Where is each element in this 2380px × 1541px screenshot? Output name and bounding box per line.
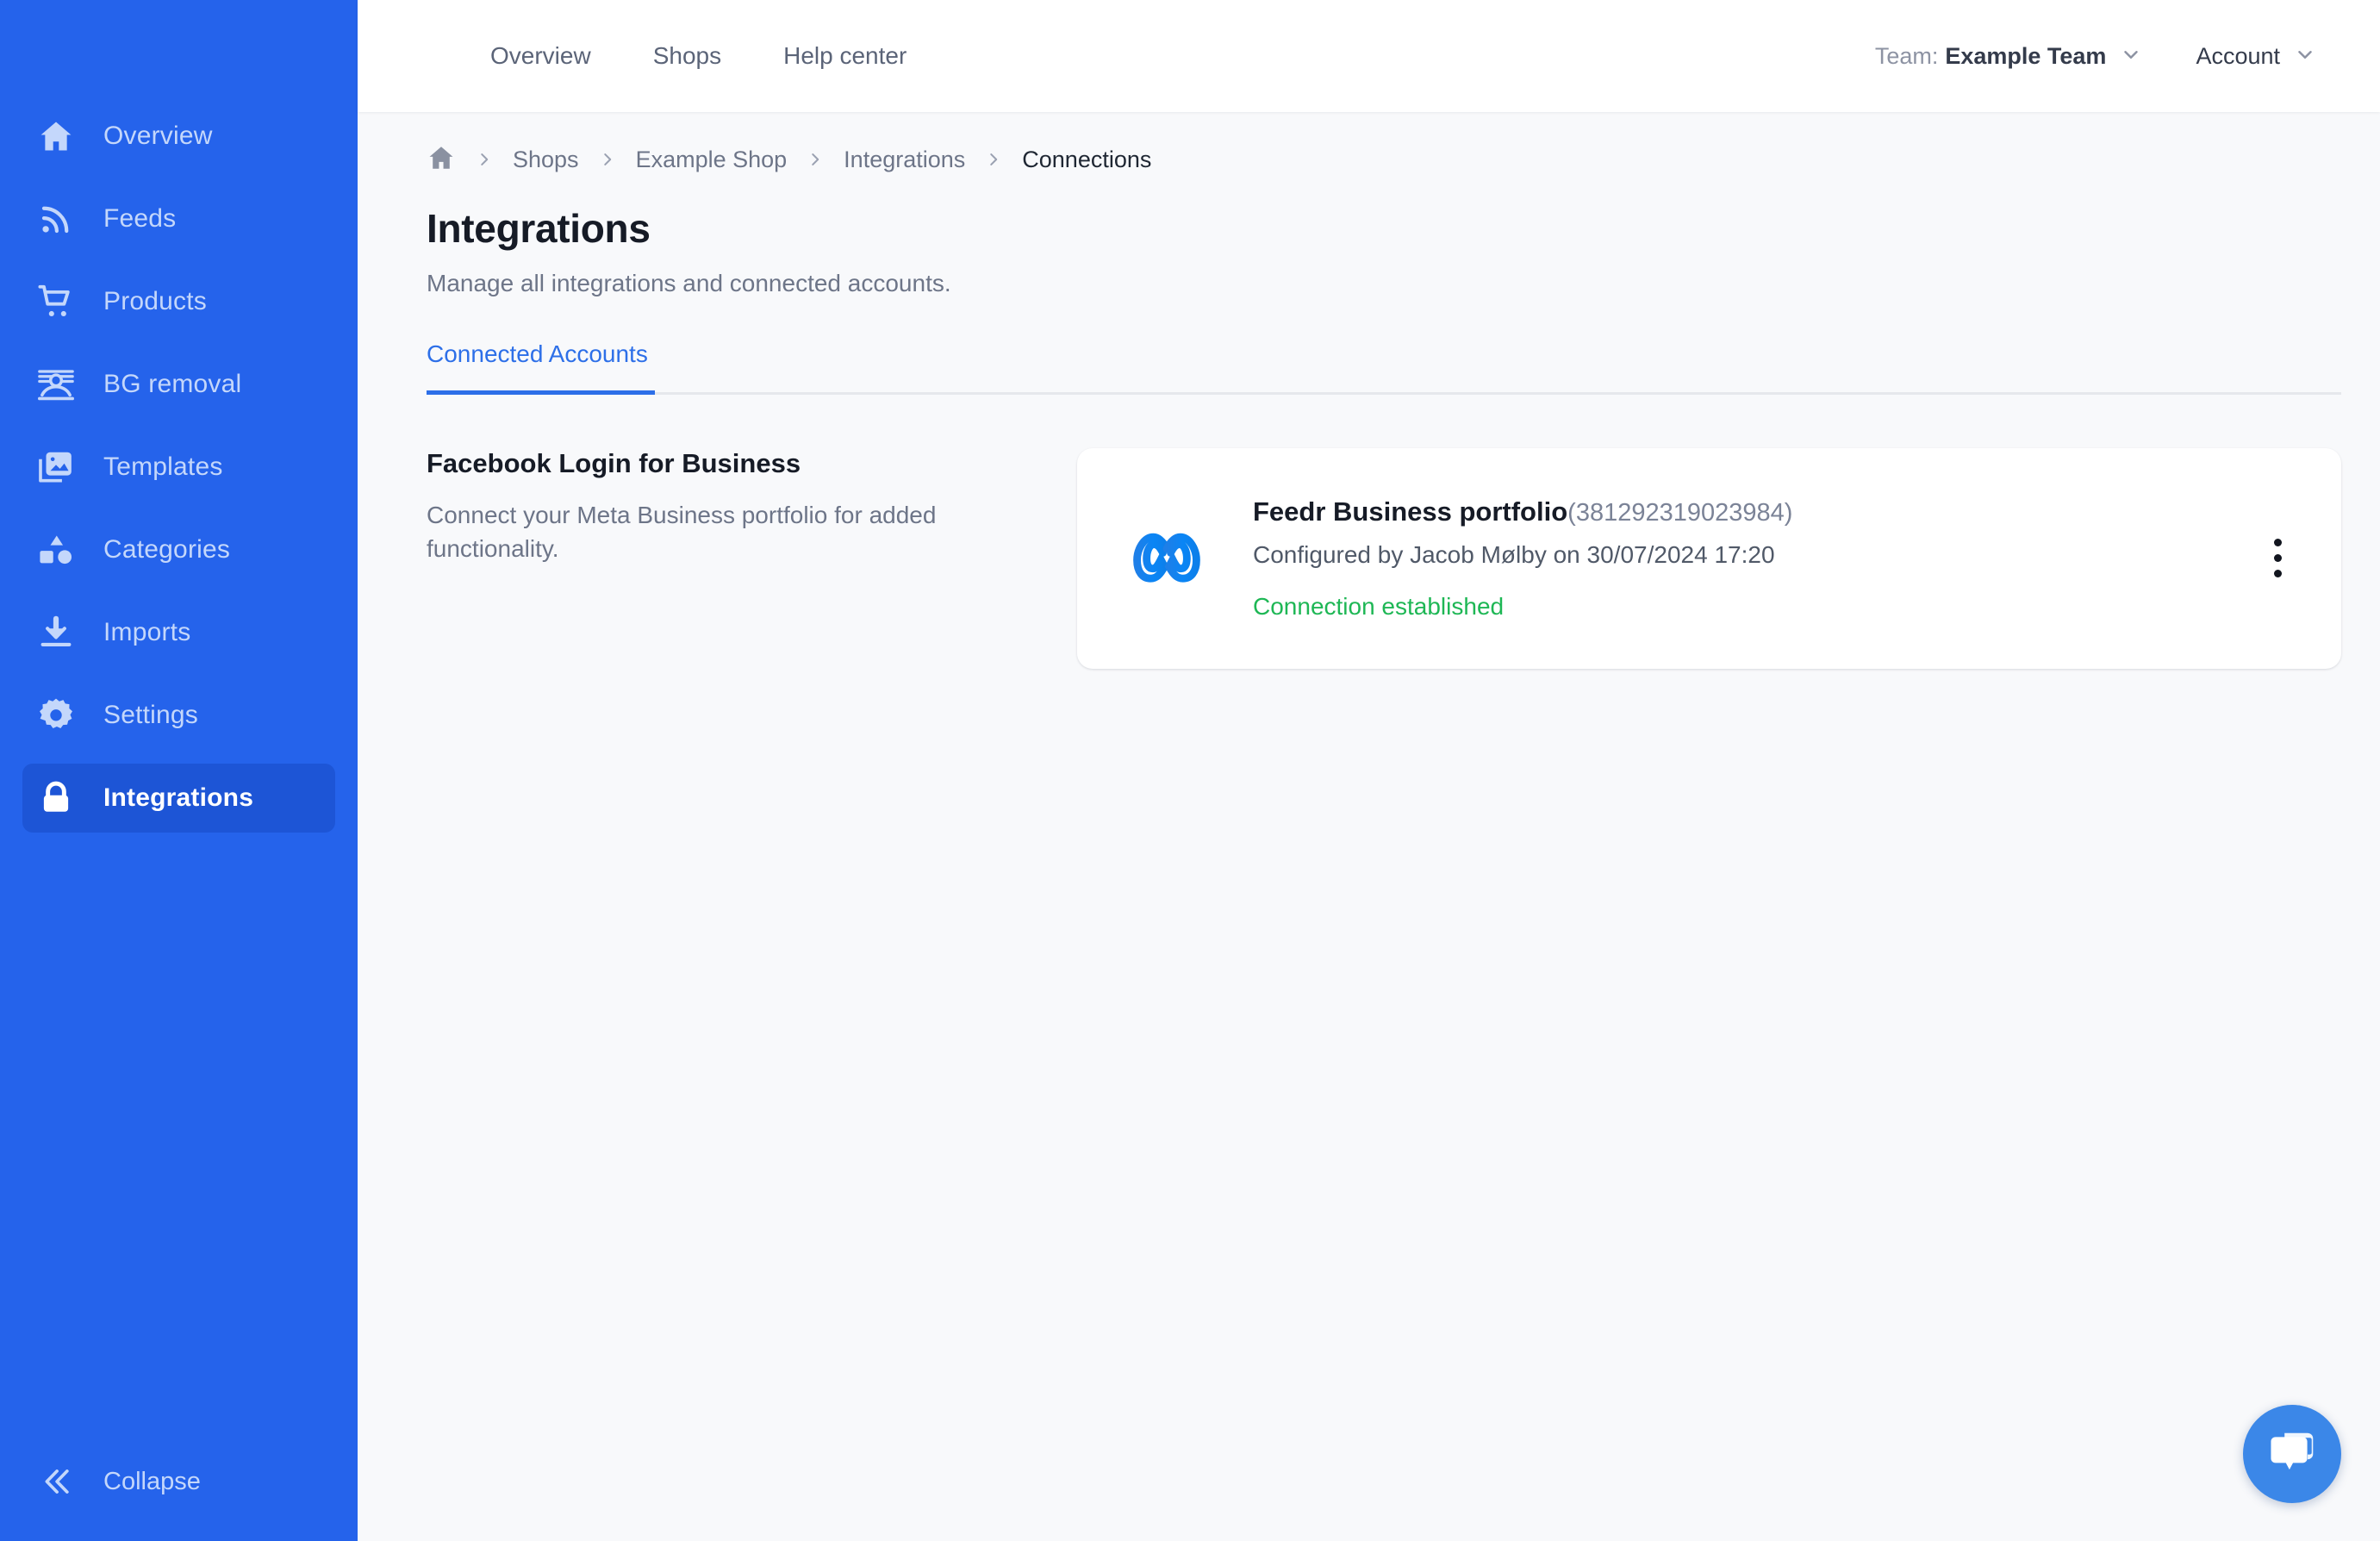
chevron-down-icon [2120, 43, 2142, 70]
page-content: Shops Example Shop Integrations Connecti… [358, 112, 2380, 1541]
shapes-icon [33, 527, 79, 573]
breadcrumb-separator-icon [787, 150, 844, 169]
connection-details: Feedr Business portfolio (38129231902398… [1208, 496, 2252, 621]
home-icon [33, 113, 79, 159]
gear-icon [33, 692, 79, 739]
integration-info: Facebook Login for Business Connect your… [427, 448, 1077, 567]
connection-card: Feedr Business portfolio (38129231902398… [1077, 448, 2341, 669]
top-navigation: Overview Shops Help center [459, 42, 938, 70]
sidebar-item-integrations[interactable]: Integrations [22, 764, 335, 833]
sidebar-item-label: Imports [103, 618, 190, 647]
sidebar-item-feeds[interactable]: Feeds [22, 184, 335, 253]
integration-title: Facebook Login for Business [427, 448, 1025, 479]
team-prefix-label: Team: [1875, 43, 1939, 70]
page-title: Integrations [427, 207, 2330, 251]
tab-connected-accounts[interactable]: Connected Accounts [427, 340, 655, 395]
breadcrumb-item-integrations[interactable]: Integrations [844, 147, 965, 173]
kebab-dot [2274, 570, 2282, 577]
sidebar-item-bg-removal[interactable]: BG removal [22, 350, 335, 419]
chevron-double-left-icon [33, 1458, 79, 1505]
sidebar-item-label: Overview [103, 122, 213, 151]
image-icon [33, 444, 79, 490]
kebab-menu-icon[interactable] [2252, 520, 2303, 597]
sidebar-item-label: Templates [103, 452, 223, 482]
collapse-sidebar-button[interactable]: Collapse [22, 1451, 201, 1512]
connection-name: Feedr Business portfolio [1253, 496, 1567, 527]
connection-configured-by: Configured by Jacob Mølby on 30/07/2024 … [1253, 541, 2252, 569]
top-bar-right: Team: Example Team Account [1875, 43, 2335, 70]
connection-status: Connection established [1253, 593, 2252, 621]
page-header: Integrations Manage all integrations and… [408, 207, 2330, 297]
sidebar-item-categories[interactable]: Categories [22, 515, 335, 584]
meta-logo-icon [1125, 522, 1208, 595]
connection-title-row: Feedr Business portfolio (38129231902398… [1253, 496, 2252, 527]
page-subtitle: Manage all integrations and connected ac… [427, 270, 2330, 297]
collapse-label: Collapse [103, 1468, 201, 1496]
cart-icon [33, 278, 79, 325]
chevron-down-icon [2294, 43, 2316, 70]
sidebar-item-overview[interactable]: Overview [22, 102, 335, 171]
download-icon [33, 609, 79, 656]
kebab-dot [2274, 539, 2282, 546]
sidebar-item-label: BG removal [103, 370, 241, 399]
topnav-link-help-center[interactable]: Help center [752, 42, 938, 70]
sidebar-item-label: Settings [103, 701, 198, 730]
breadcrumb-separator-icon [579, 150, 636, 169]
topnav-link-overview[interactable]: Overview [459, 42, 622, 70]
bg-removal-icon [33, 361, 79, 408]
sidebar-item-label: Products [103, 287, 207, 316]
lock-icon [33, 775, 79, 821]
sidebar-item-imports[interactable]: Imports [22, 598, 335, 667]
breadcrumb: Shops Example Shop Integrations Connecti… [408, 112, 2330, 207]
chat-bubble-icon [2265, 1426, 2319, 1483]
breadcrumb-separator-icon [456, 150, 513, 169]
topnav-link-shops[interactable]: Shops [622, 42, 752, 70]
home-icon [427, 143, 456, 177]
kebab-dot [2274, 554, 2282, 562]
sidebar: Overview Feeds Products [0, 0, 358, 1541]
integration-description: Connect your Meta Business portfolio for… [427, 498, 978, 567]
tab-bar: Connected Accounts [427, 340, 2341, 395]
sidebar-item-templates[interactable]: Templates [22, 433, 335, 502]
connection-id: (381292319023984) [1567, 499, 1792, 527]
breadcrumb-separator-icon [965, 150, 1022, 169]
top-bar: Overview Shops Help center Team: Example… [358, 0, 2380, 112]
breadcrumb-item-example-shop[interactable]: Example Shop [636, 147, 788, 173]
app-root: Overview Feeds Products [0, 0, 2380, 1541]
sidebar-item-label: Feeds [103, 204, 176, 234]
main-area: Overview Shops Help center Team: Example… [358, 0, 2380, 1541]
team-name-label: Example Team [1945, 43, 2106, 70]
chat-widget-button[interactable] [2243, 1405, 2341, 1503]
sidebar-item-settings[interactable]: Settings [22, 681, 335, 750]
integration-section: Facebook Login for Business Connect your… [427, 448, 2330, 669]
account-label: Account [2196, 43, 2280, 70]
rss-icon [33, 196, 79, 242]
breadcrumb-home-link[interactable] [427, 143, 456, 177]
account-menu[interactable]: Account [2196, 43, 2316, 70]
sidebar-item-products[interactable]: Products [22, 267, 335, 336]
breadcrumb-item-connections: Connections [1022, 147, 1151, 173]
team-switcher[interactable]: Team: Example Team [1875, 43, 2143, 70]
sidebar-item-label: Categories [103, 535, 230, 565]
breadcrumb-item-shops[interactable]: Shops [513, 147, 579, 173]
sidebar-item-label: Integrations [103, 783, 253, 813]
